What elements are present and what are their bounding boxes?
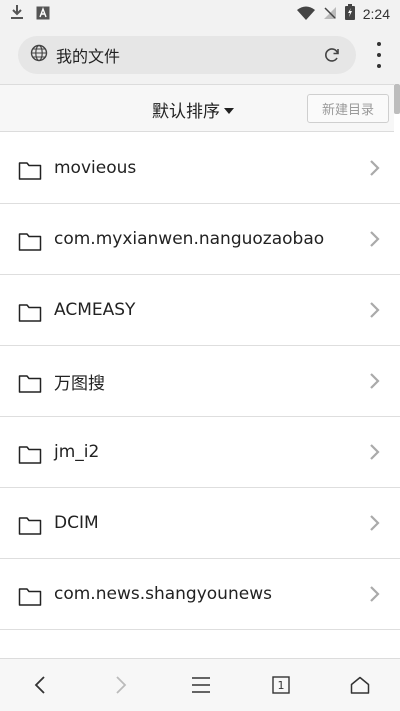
back-icon[interactable] (28, 673, 52, 697)
url-text: 我的文件 (56, 47, 121, 66)
folder-icon (18, 588, 42, 606)
bottom-navigation: 1 (0, 658, 400, 711)
chevron-right-icon (370, 231, 380, 247)
reload-icon[interactable] (320, 43, 344, 67)
home-icon[interactable] (348, 673, 372, 697)
wifi-icon (296, 5, 315, 24)
file-row[interactable]: movieous (0, 133, 400, 204)
menu-icon[interactable] (189, 673, 213, 697)
file-name: jm_i2 (54, 442, 100, 462)
file-name: 万图搜 (54, 373, 105, 394)
file-row[interactable]: com.myxianwen.nanguozaobao (0, 204, 400, 275)
file-row[interactable]: ACMEASY (0, 275, 400, 346)
sort-label: 默认排序 (152, 102, 220, 122)
status-time: 2:24 (362, 6, 390, 22)
download-icon (10, 4, 24, 24)
file-row[interactable]: com.news.shangyounews (0, 559, 400, 630)
chevron-right-icon (370, 586, 380, 602)
tabs-icon[interactable]: 1 (269, 673, 293, 697)
file-name: DCIM (54, 513, 99, 533)
file-name: com.myxianwen.nanguozaobao (54, 229, 325, 249)
address-area: 我的文件 (0, 28, 400, 84)
file-row-partial[interactable] (0, 630, 400, 658)
globe-icon (30, 44, 48, 66)
a-icon (36, 5, 50, 24)
caret-down-icon (224, 107, 234, 114)
file-row[interactable]: DCIM (0, 488, 400, 559)
file-name: ACMEASY (54, 300, 136, 320)
folder-icon (18, 375, 42, 393)
tab-count: 1 (277, 678, 285, 692)
signal-off-icon (323, 5, 337, 24)
new-directory-button[interactable]: 新建目录 (307, 94, 389, 123)
url-bar[interactable]: 我的文件 (18, 36, 356, 74)
folder-icon (18, 162, 42, 180)
scrollbar[interactable] (394, 84, 400, 114)
file-name: movieous (54, 158, 137, 178)
chevron-right-icon (370, 160, 380, 176)
file-row[interactable]: jm_i2 (0, 417, 400, 488)
battery-charging-icon (344, 4, 355, 24)
chevron-right-icon (370, 515, 380, 531)
file-row[interactable]: 万图搜 (0, 346, 400, 417)
forward-icon[interactable] (109, 673, 133, 697)
file-name: com.news.shangyounews (54, 584, 272, 604)
chevron-right-icon (370, 444, 380, 460)
chevron-right-icon (370, 373, 380, 389)
folder-icon (18, 446, 42, 464)
sort-dropdown[interactable]: 默认排序 (152, 97, 234, 122)
more-menu-icon[interactable] (372, 42, 386, 68)
status-bar: 2:24 (0, 0, 400, 28)
folder-icon (18, 304, 42, 322)
folder-icon (18, 233, 42, 251)
toolbar: 默认排序 新建目录 (0, 84, 394, 132)
chevron-right-icon (370, 302, 380, 318)
file-list: movieous com.myxianwen.nanguozaobao ACME… (0, 133, 400, 658)
folder-icon (18, 517, 42, 535)
